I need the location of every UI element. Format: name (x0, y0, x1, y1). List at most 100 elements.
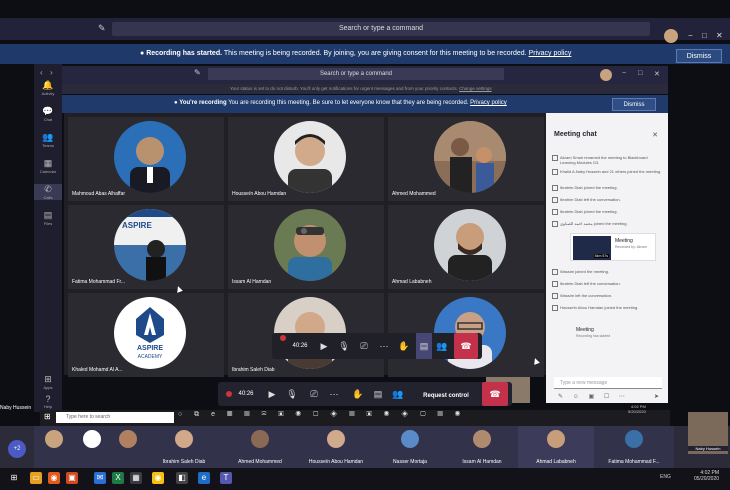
participant-photo (114, 121, 186, 193)
participant-tile[interactable]: Ahmad Lababneh (388, 205, 544, 289)
rail-item-chat[interactable]: 💬 Chat (34, 106, 62, 122)
close-icon[interactable]: ✕ (716, 31, 723, 40)
forward-arrow-icon[interactable]: › (50, 68, 53, 77)
rail-item-teams[interactable]: 👥 Teams (34, 132, 62, 148)
task-view-icon[interactable]: ◧ (176, 472, 188, 484)
windows-search-box[interactable]: Type here to search (56, 412, 174, 423)
camera-icon[interactable]: ▶ (316, 333, 332, 359)
show-conversation-icon[interactable]: ▤ (370, 382, 386, 406)
strip-participant[interactable]: Ibrahim Saleh Diab (146, 426, 222, 468)
strip-participant[interactable]: Issam Al Hamdan (446, 426, 518, 468)
chat-event: Khalid A.Naby Hussein and 21 others join… (552, 169, 664, 175)
aspire-logo-subtext: ACADEMY (137, 354, 163, 360)
system-clock[interactable]: 4:02 PM 05/20/2020 (694, 470, 719, 482)
hang-up-button[interactable]: ☎ (454, 333, 478, 359)
chat-format-toolbar[interactable]: ✎ ☺ ▣ ☐ ⋯ (558, 393, 629, 400)
participant-tile[interactable]: Housseïn Abou Hamdan (228, 117, 384, 201)
file-explorer-icon[interactable]: ▭ (30, 472, 42, 484)
participant-photo (274, 121, 346, 193)
inner-minimize-icon[interactable]: − (622, 70, 626, 77)
firefox-icon[interactable]: ◉ (48, 472, 60, 484)
office-icon[interactable]: ▣ (66, 472, 78, 484)
hang-up-button[interactable]: ☎ (482, 382, 508, 406)
rail-item-apps[interactable]: ⊞ Apps (34, 374, 62, 390)
change-settings-link[interactable]: Change settings (459, 86, 492, 91)
chat-message-input[interactable]: Type a new message (554, 377, 662, 389)
rail-item-help[interactable]: ? Help (34, 394, 62, 409)
participant-tile[interactable]: ASPIRE Fatima Mohammad Fr... (68, 205, 224, 289)
shared-taskbar-app-icons[interactable]: ○ ⧉ e ▦ ▤ ✉ ▣ ◉ ▢ ◈ ▤ ▣ ◉ ◈ ▢ ▤ ◉ (178, 411, 465, 419)
more-participants-badge[interactable]: +2 (8, 440, 26, 458)
chat-event: محمد احمد الصناوي joined the meeting. (552, 221, 664, 227)
chrome-icon[interactable]: ◉ (152, 472, 164, 484)
participant-tile[interactable]: Mahmoud Abas Alhaffar (68, 117, 224, 201)
strip-face (251, 430, 269, 448)
camera-icon[interactable]: ▶ (264, 382, 280, 406)
calculator-icon[interactable]: ▦ (130, 472, 142, 484)
inner-close-icon[interactable]: ✕ (654, 70, 660, 78)
inner-search-input[interactable]: Search or type a command (208, 68, 504, 80)
rail-label: Teams (42, 143, 54, 148)
minimize-icon[interactable]: − (688, 31, 693, 40)
rail-item-activity[interactable]: 🔔 Activity (34, 80, 62, 96)
rail-item-calendar[interactable]: ▦ Calendar (34, 158, 62, 174)
inner-compose-icon[interactable]: ✎ (194, 68, 201, 77)
raise-hand-icon[interactable]: ✋ (396, 333, 412, 359)
recording-duration: 54m 57s (593, 254, 609, 258)
privacy-policy-link[interactable]: Privacy policy (470, 100, 507, 106)
raise-hand-icon[interactable]: ✋ (350, 382, 366, 406)
strip-participant[interactable] (110, 426, 146, 468)
strip-participant[interactable]: Nasser Mortaja (374, 426, 446, 468)
recording-card[interactable]: 54m 57s Meeting Recorded by: Akram (570, 233, 656, 261)
strip-participant[interactable] (74, 426, 110, 468)
windows-taskbar (0, 468, 730, 490)
compose-icon[interactable]: ✎ (98, 23, 106, 34)
teams-icon: 👥 (42, 132, 54, 142)
teams-outer-window: ✎ Search or type a command − □ ✕ ● Recor… (0, 0, 730, 490)
strip-participant[interactable]: Fatima Mohammad F... (594, 426, 674, 468)
calendar-icon: ▦ (43, 158, 53, 168)
outer-search-input[interactable]: Search or type a command (112, 22, 650, 36)
request-control-button[interactable]: Request control (414, 382, 478, 406)
record-icon: ● (174, 100, 178, 106)
outlook-icon[interactable]: ✉ (94, 472, 106, 484)
microphone-off-icon[interactable]: 🎙 (284, 382, 300, 406)
windows-start-icon[interactable]: ⊞ (8, 472, 20, 484)
strip-participant[interactable]: Ahmed Mohammed (222, 426, 298, 468)
teams-app-icon[interactable]: T (220, 472, 232, 484)
share-screen-icon[interactable]: ⎚ (356, 333, 372, 359)
strip-participant[interactable]: Ahmad Lababneh (518, 426, 594, 468)
windows-start-icon[interactable]: ⊞ (44, 412, 51, 421)
participants-icon[interactable]: 👥 (390, 382, 406, 406)
rail-item-files[interactable]: ▤ Files (34, 210, 62, 226)
inner-maximize-icon[interactable]: □ (638, 70, 642, 77)
share-screen-icon[interactable]: ⎚ (306, 382, 322, 406)
participants-icon[interactable]: 👥 (434, 333, 450, 359)
strip-participant[interactable] (34, 426, 74, 468)
edge-icon[interactable]: e (198, 472, 210, 484)
chat-close-icon[interactable]: ✕ (652, 131, 658, 139)
participant-tile[interactable]: Issam Al Hamdan (228, 205, 384, 289)
maximize-icon[interactable]: □ (702, 31, 707, 40)
strip-name: Ahmed Mohammed (238, 459, 282, 465)
strip-participant[interactable]: Housseïn Abou Hamdan (298, 426, 374, 468)
inner-profile-avatar[interactable] (600, 69, 612, 81)
show-conversation-icon[interactable]: ▤ (416, 333, 432, 359)
outer-profile-avatar[interactable] (664, 29, 678, 43)
strip-face (625, 430, 643, 448)
outer-dismiss-button[interactable]: Dismiss (676, 49, 722, 63)
inner-dismiss-button[interactable]: Dismiss (612, 98, 656, 111)
language-indicator[interactable]: ENG (660, 474, 671, 480)
rail-item-calls[interactable]: ✆ Calls (34, 184, 62, 200)
more-actions-icon[interactable]: ⋯ (326, 382, 342, 406)
back-arrow-icon[interactable]: ‹ (40, 68, 43, 77)
strip-face (45, 430, 63, 448)
participant-tile[interactable]: Ahmed Mohammed (388, 117, 544, 201)
participant-tile[interactable]: ASPIRE ACADEMY Khaled Mohamd Al A... (68, 293, 224, 377)
microphone-icon[interactable]: 🎙 (336, 333, 352, 359)
excel-icon[interactable]: X (112, 472, 124, 484)
more-actions-icon[interactable]: ⋯ (376, 333, 392, 359)
request-control-label: Request control (423, 393, 469, 399)
send-icon[interactable]: ➤ (654, 393, 659, 400)
privacy-policy-link[interactable]: Privacy policy (529, 50, 572, 57)
